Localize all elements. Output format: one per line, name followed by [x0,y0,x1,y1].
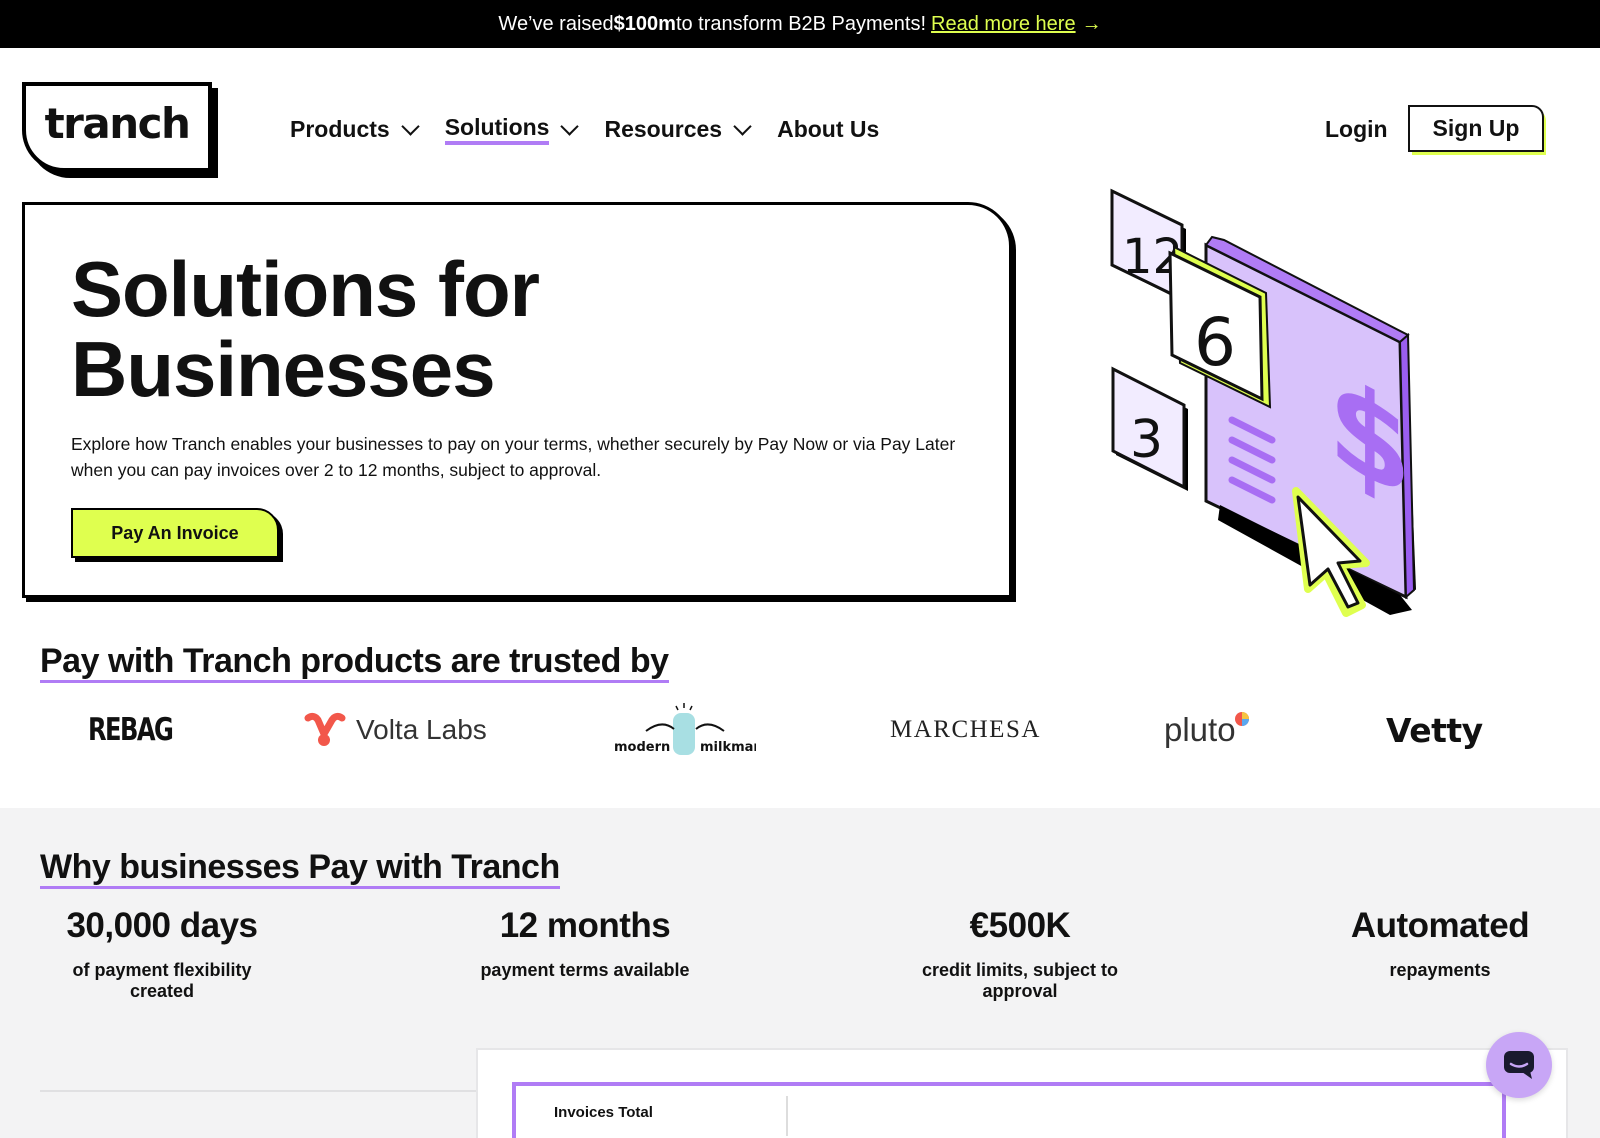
hero-description: Explore how Tranch enables your business… [71,434,956,480]
pay-button-label: Pay An Invoice [71,508,279,558]
vetty-logo-text: Vetty [1386,710,1483,750]
marchesa-logo-text: MARCHESA [890,716,1041,743]
rebag-logo: REBAG [88,700,196,760]
stat-automated-label: repayments [1389,960,1491,980]
page-title-line-1: Solutions for [71,245,540,333]
stat-days-label: of payment flexibility created [72,960,252,1001]
stat-months: 12 months payment terms available [480,906,690,981]
chevron-down-icon [733,116,752,136]
logo-wordmark: tranch [44,98,191,148]
marchesa-logo: MARCHESA [890,700,1041,760]
vetty-logo: Vetty [1386,700,1483,760]
stat-days-value: 30,000 days [66,906,258,945]
announcement-banner: We’ve raised $100m to transform B2B Paym… [0,0,1600,48]
tile-6-label: 6 [1194,304,1236,381]
nav-label-products: Products [290,116,390,142]
page-title: Solutions for Businesses [71,249,540,409]
main-nav: Products Solutions Resources About Us [290,114,879,145]
stat-automated: Automated repayments [1350,906,1530,981]
pluto-logo: pluto [1164,700,1250,760]
tile-3-label: 3 [1130,410,1163,470]
invoice-illustration-svg: $ 12 6 3 [1110,188,1416,617]
banner-read-more-link[interactable]: Read more here [931,13,1076,36]
sign-up-button[interactable]: Sign Up [1408,105,1546,155]
preview-divider [786,1096,788,1136]
invoice-illustration: $ 12 6 3 [1100,185,1430,625]
chevron-down-icon [560,116,580,136]
modern-milkman-bottle-icon: modern milkman [614,703,756,755]
trusted-by-title: Pay with Tranch products are trusted by [40,642,669,683]
volta-labs-mark-icon [304,712,346,746]
stat-credit-limit: €500K credit limits, subject to approval [884,906,1156,1002]
hero-card-body: Solutions for Businesses Explore how Tra… [22,202,1012,598]
modern-milkman-logo: modern milkman [614,700,756,760]
hero-card: Solutions for Businesses Explore how Tra… [22,202,1016,602]
sign-up-label: Sign Up [1408,105,1544,152]
nav-item-solutions[interactable]: Solutions [444,114,580,145]
page-title-line-2: Businesses [71,325,496,413]
stat-months-value: 12 months [499,906,671,945]
arrow-right-icon[interactable]: → [1082,13,1102,36]
login-link[interactable]: Login [1325,116,1388,143]
pluto-dot-icon [1234,712,1249,726]
nav-label-resources: Resources [604,116,723,142]
nav-label-about-us: About Us [777,116,880,142]
nav-item-products[interactable]: Products [290,116,420,143]
volta-labs-logo: Volta Labs [304,700,487,760]
why-section-title-text: Why businesses Pay with Tranch [40,848,560,889]
why-section: Why businesses Pay with Tranch 30,000 da… [0,808,1600,1138]
chat-bubble-icon [1504,1051,1534,1079]
chat-widget-button[interactable] [1486,1032,1552,1098]
trusted-by-title-text: Pay with Tranch products are trusted by [40,642,669,683]
pluto-logo-text: pluto [1164,711,1236,748]
why-section-title: Why businesses Pay with Tranch [40,848,560,889]
nav-label-solutions: Solutions [444,114,550,145]
invoices-total-label: Invoices Total [554,1104,653,1121]
partner-logos: REBAG Volta Labs modern milkman MARCHESA… [0,700,1600,760]
banner-text-suffix: to transform B2B Payments! [675,12,927,35]
stat-months-label: payment terms available [480,960,690,980]
tranch-logo[interactable]: tranch [22,82,218,178]
modern-milkman-logo-text-left: modern [614,740,670,755]
logo-box: tranch [22,82,212,172]
banner-amount: $100m [613,12,676,35]
stat-automated-value: Automated [1350,906,1530,945]
volta-labs-logo-text: Volta Labs [356,714,487,745]
dashboard-preview-panel: Invoices Total [512,1082,1506,1138]
chevron-down-icon [400,116,420,136]
dashboard-preview: Invoices Total [476,1048,1568,1138]
section-divider [40,1090,476,1092]
nav-item-about-us[interactable]: About Us [777,116,879,143]
pay-an-invoice-button[interactable]: Pay An Invoice [71,508,283,562]
stat-credit-limit-value: €500K [969,906,1071,945]
modern-milkman-logo-text-right: milkman [700,740,756,755]
stat-credit-limit-label: credit limits, subject to approval [921,960,1119,1001]
rebag-logo-text: REBAG [88,712,174,748]
stat-days: 30,000 days of payment flexibility creat… [40,906,284,1002]
banner-text-prefix: We’ve raised [498,12,614,35]
nav-item-resources[interactable]: Resources [604,116,752,143]
